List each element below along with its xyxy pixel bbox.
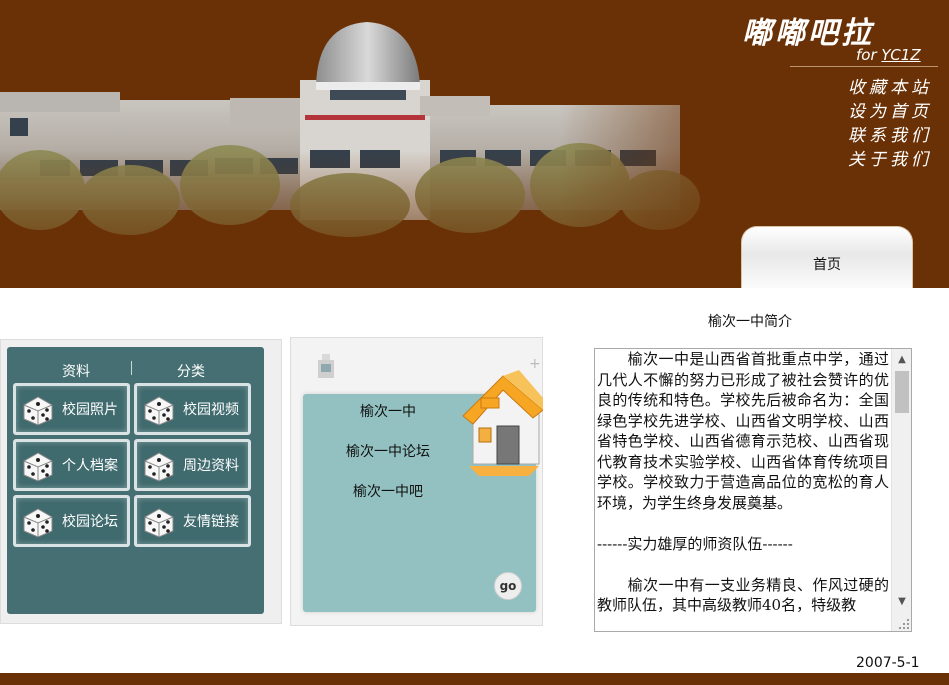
footer-bar <box>0 673 949 685</box>
intro-text: 榆次一中是山西省首批重点中学，通过几代人不懈的努力已形成了被社会赞许的优良的传统… <box>597 349 889 616</box>
intro-paragraph: 榆次一中是山西省首批重点中学，通过几代人不懈的努力已形成了被社会赞许的优良的传统… <box>597 350 889 512</box>
category-header-right: 分类 <box>177 364 205 380</box>
tower-icon <box>318 354 334 378</box>
personal-profile-button[interactable]: 个人档案 <box>13 439 130 491</box>
intro-textarea[interactable]: 榆次一中是山西省首批重点中学，通过几代人不懈的努力已形成了被社会赞许的优良的传统… <box>594 348 912 632</box>
resize-grip-icon[interactable] <box>895 615 911 631</box>
house-icon <box>462 370 543 476</box>
quick-links: 收藏本站 设为首页 联系我们 关于我们 <box>848 78 932 171</box>
category-header: 资料 分类 <box>7 357 264 380</box>
category-label: 校园照片 <box>62 402 118 418</box>
scroll-up-arrow-icon[interactable]: ▲ <box>892 349 911 369</box>
brand-subtitle-mark: YC1Z <box>881 46 921 64</box>
scroll-down-arrow-icon[interactable]: ▼ <box>892 591 911 611</box>
dice-icon <box>144 508 174 538</box>
category-panel: 资料 分类 校园照片 校园视频 个人档案 周边资料 校园论坛 友情链接 <box>7 347 264 614</box>
dice-icon <box>23 452 53 482</box>
about-us-link[interactable]: 关于我们 <box>848 150 932 171</box>
campus-forum-button[interactable]: 校园论坛 <box>13 495 130 547</box>
scroll-thumb[interactable] <box>895 371 909 413</box>
dice-icon <box>23 396 53 426</box>
category-label: 个人档案 <box>62 458 118 474</box>
footer-date: 2007-5-1 <box>856 655 920 671</box>
category-label: 校园论坛 <box>62 514 118 530</box>
category-panel-frame: 资料 分类 校园照片 校园视频 个人档案 周边资料 校园论坛 友情链接 <box>0 339 282 624</box>
go-button[interactable]: go <box>494 572 522 600</box>
campus-photos-button[interactable]: 校园照片 <box>13 383 130 435</box>
friend-links-button[interactable]: 友情链接 <box>134 495 251 547</box>
category-label: 校园视频 <box>183 402 239 418</box>
nearby-info-button[interactable]: 周边资料 <box>134 439 251 491</box>
brand-subtitle-prefix: for <box>856 46 882 64</box>
category-header-left: 资料 <box>62 364 90 380</box>
intro-title: 榆次一中简介 <box>708 314 792 330</box>
site-header: 嘟嘟吧拉 for YC1Z 收藏本站 设为首页 联系我们 关于我们 首页 <box>0 0 949 288</box>
category-label: 周边资料 <box>183 458 239 474</box>
links-panel-frame: + 榆次一中 榆次一中论坛 榆次一中吧 go <box>290 337 543 626</box>
brand-title: 嘟嘟吧拉 <box>742 16 874 51</box>
link-yuci-no1-bar[interactable]: 榆次一中吧 <box>303 481 473 501</box>
link-yuci-no1-forum[interactable]: 榆次一中论坛 <box>303 441 473 461</box>
intro-paragraph: 榆次一中有一支业务精良、作风过硬的教师队伍，其中高级教师40名，特级教 <box>597 575 889 615</box>
set-homepage-link[interactable]: 设为首页 <box>848 102 932 123</box>
dice-icon <box>144 452 174 482</box>
dice-icon <box>23 508 53 538</box>
link-yuci-no1[interactable]: 榆次一中 <box>303 401 473 421</box>
intro-section-heading: ------实力雄厚的师资队伍------ <box>597 534 793 553</box>
dice-icon <box>144 396 174 426</box>
contact-us-link[interactable]: 联系我们 <box>848 126 932 147</box>
bookmark-site-link[interactable]: 收藏本站 <box>848 78 932 99</box>
brand-divider <box>790 66 938 67</box>
category-header-divider <box>131 361 132 375</box>
intro-scrollbar[interactable]: ▲ ▼ <box>891 349 911 631</box>
category-label: 友情链接 <box>183 514 239 530</box>
campus-video-button[interactable]: 校园视频 <box>134 383 251 435</box>
tab-home[interactable]: 首页 <box>741 226 913 288</box>
brand-subtitle: for YC1Z <box>856 46 921 64</box>
